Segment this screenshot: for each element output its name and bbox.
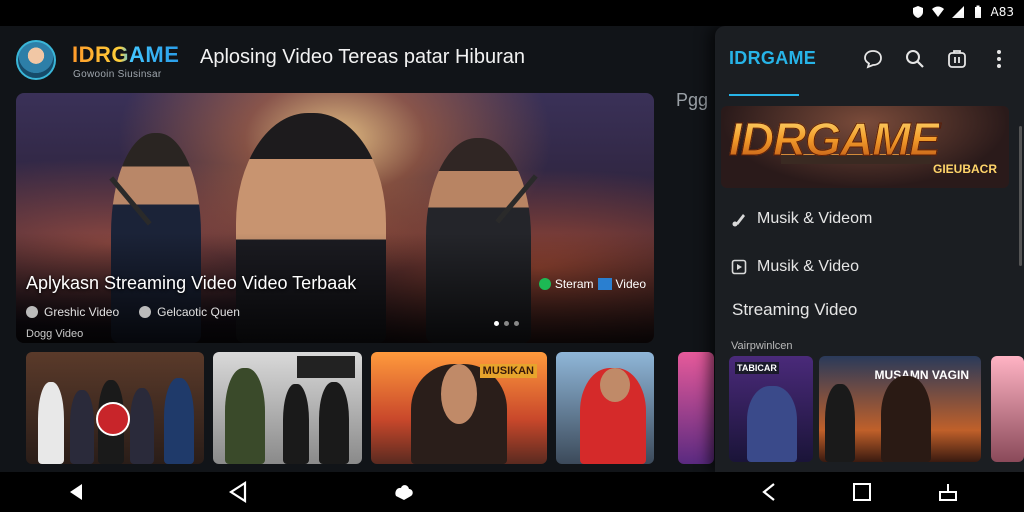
status-time: A83 [990, 5, 1014, 19]
vpn-icon [912, 6, 923, 18]
back-alt-icon[interactable] [758, 480, 782, 504]
hero-title: Aplykasn Streaming Video Video Terbaak [26, 273, 357, 293]
hero-meta-item[interactable]: Gelcaotic Quen [139, 305, 240, 319]
video-thumbnail[interactable] [556, 352, 654, 464]
side-drawer: IDRGAME IDRGAME GIEUBACR Musik & Videom … [715, 26, 1024, 472]
brand-logo[interactable]: IDRGAME [72, 42, 179, 68]
wifi-icon [931, 6, 944, 17]
hero-tag-label: Steram [554, 277, 594, 291]
thumbnail-figure [130, 388, 154, 464]
video-thumbnail[interactable] [213, 352, 362, 464]
hero-tag[interactable]: Steram Video [538, 277, 646, 291]
home-cloud-icon[interactable] [392, 480, 416, 504]
queue-icon [139, 306, 152, 318]
drawer-section-label: Vairpwinlcen [731, 340, 793, 352]
thumbnail-face [600, 368, 630, 402]
thumbnail-label: TABICAR [735, 362, 779, 374]
navigation-bar [0, 472, 1024, 512]
carousel-dot[interactable] [514, 321, 519, 326]
banner-logo: IDRGAME [728, 113, 940, 166]
status-icons: A83 [911, 5, 1014, 19]
video-thumbnail[interactable] [26, 352, 204, 464]
drawer-tab-indicator [729, 94, 799, 96]
drawer-video-thumbnail[interactable]: MUSAMN VAGIN [819, 356, 981, 462]
hero-meta-item[interactable]: Greshic Video [26, 305, 119, 319]
thumbnail-figure [747, 386, 797, 462]
recents-icon[interactable] [850, 480, 874, 504]
hero-banner[interactable]: Aplykasn Streaming Video Video Terbaak G… [16, 93, 654, 343]
nav-shield-icon[interactable] [226, 480, 250, 504]
banner-subtitle: GIEUBACR [932, 162, 997, 176]
status-bar: A83 [0, 0, 1024, 26]
thumbnail-figure [881, 376, 931, 462]
cast-icon[interactable] [936, 480, 960, 504]
drawer-menu-label: Streaming Video [732, 300, 858, 319]
hero-meta: Greshic Video Gelcaotic Quen [26, 305, 240, 319]
thumbnail-badge: MUSIKAN [479, 364, 537, 378]
drawer-promo-banner[interactable]: IDRGAME GIEUBACR [721, 106, 1009, 188]
drawer-video-thumbnail[interactable]: TABICAR [729, 356, 813, 462]
store-icon[interactable] [946, 48, 968, 70]
thumbnail-label: MUSAMN VAGIN [874, 368, 969, 382]
drawer-video-thumbnail[interactable] [991, 356, 1024, 462]
thumbnail-figure [70, 390, 94, 464]
thumbnail-figure [283, 384, 309, 464]
carousel-dots[interactable] [494, 321, 519, 326]
drawer-brand[interactable]: IDRGAME [729, 48, 816, 69]
peek-label: Pgg [676, 90, 709, 110]
drawer-toolbar [862, 48, 1010, 70]
play-badge-icon [96, 402, 130, 436]
carousel-dot[interactable] [504, 321, 509, 326]
avatar[interactable] [16, 40, 56, 80]
thumbnail-face [441, 364, 477, 424]
drawer-menu-item-streaming-video[interactable]: Streaming Video [732, 300, 857, 320]
video-badge-icon [597, 278, 612, 290]
drawer-menu-label: Musik & Video [757, 258, 859, 275]
thumbnail-figure [825, 384, 855, 462]
video-thumbnail[interactable]: MUSIKAN [371, 352, 547, 464]
thumbnail-figure [225, 368, 265, 464]
music-note-icon [732, 214, 745, 227]
play-square-icon [731, 259, 747, 275]
stream-icon [538, 278, 551, 290]
video-icon [26, 306, 38, 318]
drawer-menu-label: Musik & Videom [757, 210, 873, 227]
section-label: Dogg Video [26, 328, 84, 340]
hero-meta-label: Greshic Video [44, 305, 120, 319]
battery-icon [974, 5, 981, 18]
drawer-menu-item-music-video[interactable]: Musik & Video [731, 258, 859, 276]
drawer-scrollbar[interactable] [1019, 126, 1022, 266]
thumbnail-figure [164, 378, 194, 464]
back-icon[interactable] [64, 480, 88, 504]
drawer-menu-item-music-videom[interactable]: Musik & Videom [731, 210, 872, 228]
carousel-dot[interactable] [494, 321, 499, 326]
video-thumbnail[interactable] [678, 352, 714, 464]
signal-icon [951, 6, 964, 18]
chat-icon[interactable] [862, 48, 884, 70]
thumbnail-figure [38, 382, 64, 464]
thumbnail-figure [319, 382, 349, 464]
app-header: IDRGAME Gowooin Siusinsar Aplosing Video… [0, 26, 715, 92]
brand-subtitle: Gowooin Siusinsar [73, 69, 162, 80]
more-vertical-icon[interactable] [988, 48, 1010, 70]
thumbnail-sign [297, 356, 355, 378]
hero-tag-label-2: Video [615, 277, 646, 291]
hero-meta-label: Gelcaotic Quen [157, 305, 240, 319]
search-icon[interactable] [904, 48, 926, 70]
page-title: Aplosing Video Tereas patar Hiburan [200, 46, 526, 68]
app-window: IDRGAME Gowooin Siusinsar Aplosing Video… [0, 26, 1024, 472]
